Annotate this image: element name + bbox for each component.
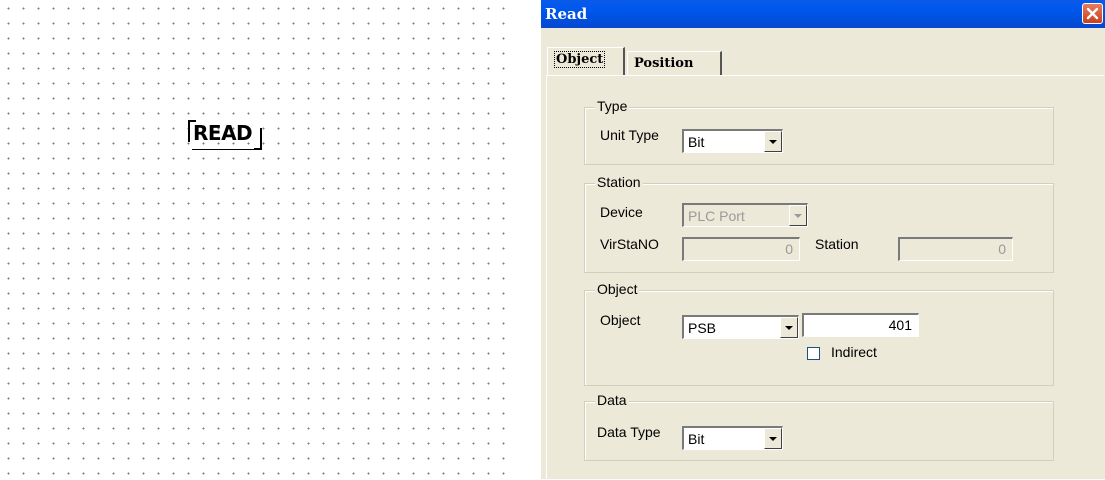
tab-position[interactable]: Position [627,51,722,75]
object-label: Object [600,312,641,328]
object-group-legend: Object [595,281,640,297]
object-address-field[interactable]: 401 [802,313,919,337]
data-type-label: Data Type [597,424,661,440]
station-label: Station [815,236,859,252]
object-type-select[interactable]: PSB [682,315,799,339]
data-type-select[interactable]: Bit [682,426,783,450]
virstano-label: VirStaNO [600,236,659,252]
station-field[interactable]: 0 [898,237,1013,261]
unit-type-select[interactable]: Bit [682,129,783,153]
device-label: Device [600,204,643,220]
read-block-label: READ [193,121,253,145]
data-group-legend: Data [595,392,629,408]
chevron-down-icon[interactable] [764,428,782,449]
type-group: Type Unit Type Bit [584,98,1054,165]
object-type-value: PSB [688,320,717,336]
station-group: Station Device PLC Port VirStaNO 0 Stati… [584,174,1054,273]
design-canvas[interactable]: READ [0,0,512,479]
indirect-checkbox[interactable] [807,347,820,360]
close-icon [1086,7,1099,20]
tab-position-label: Position [634,56,694,71]
chevron-down-icon[interactable] [780,317,798,338]
station-group-legend: Station [595,174,643,190]
virstano-field[interactable]: 0 [682,237,800,261]
read-dialog: Read Object Position Type Unit Type Bit … [541,0,1105,480]
indirect-label: Indirect [831,344,877,360]
device-value: PLC Port [688,208,745,224]
data-group: Data Data Type Bit [584,392,1054,461]
read-block[interactable]: READ [188,120,262,150]
unit-type-label: Unit Type [600,127,659,143]
block-underline [192,149,258,150]
tab-object-label: Object [554,51,606,68]
data-type-value: Bit [688,431,705,447]
close-button[interactable] [1082,3,1103,24]
chevron-down-icon[interactable] [764,131,782,152]
chevron-down-icon[interactable] [789,205,807,226]
object-group: Object Object PSB 401 Indirect [584,281,1054,386]
type-group-legend: Type [595,98,630,114]
unit-type-value: Bit [688,134,705,150]
block-bracket-bottom-right [254,128,262,150]
device-select[interactable]: PLC Port [682,203,808,227]
title-bar[interactable]: Read [541,0,1105,28]
dialog-title: Read [545,5,588,23]
object-tab-panel: Type Unit Type Bit Station Device PLC Po… [546,75,1104,480]
tab-object[interactable]: Object [547,47,625,75]
